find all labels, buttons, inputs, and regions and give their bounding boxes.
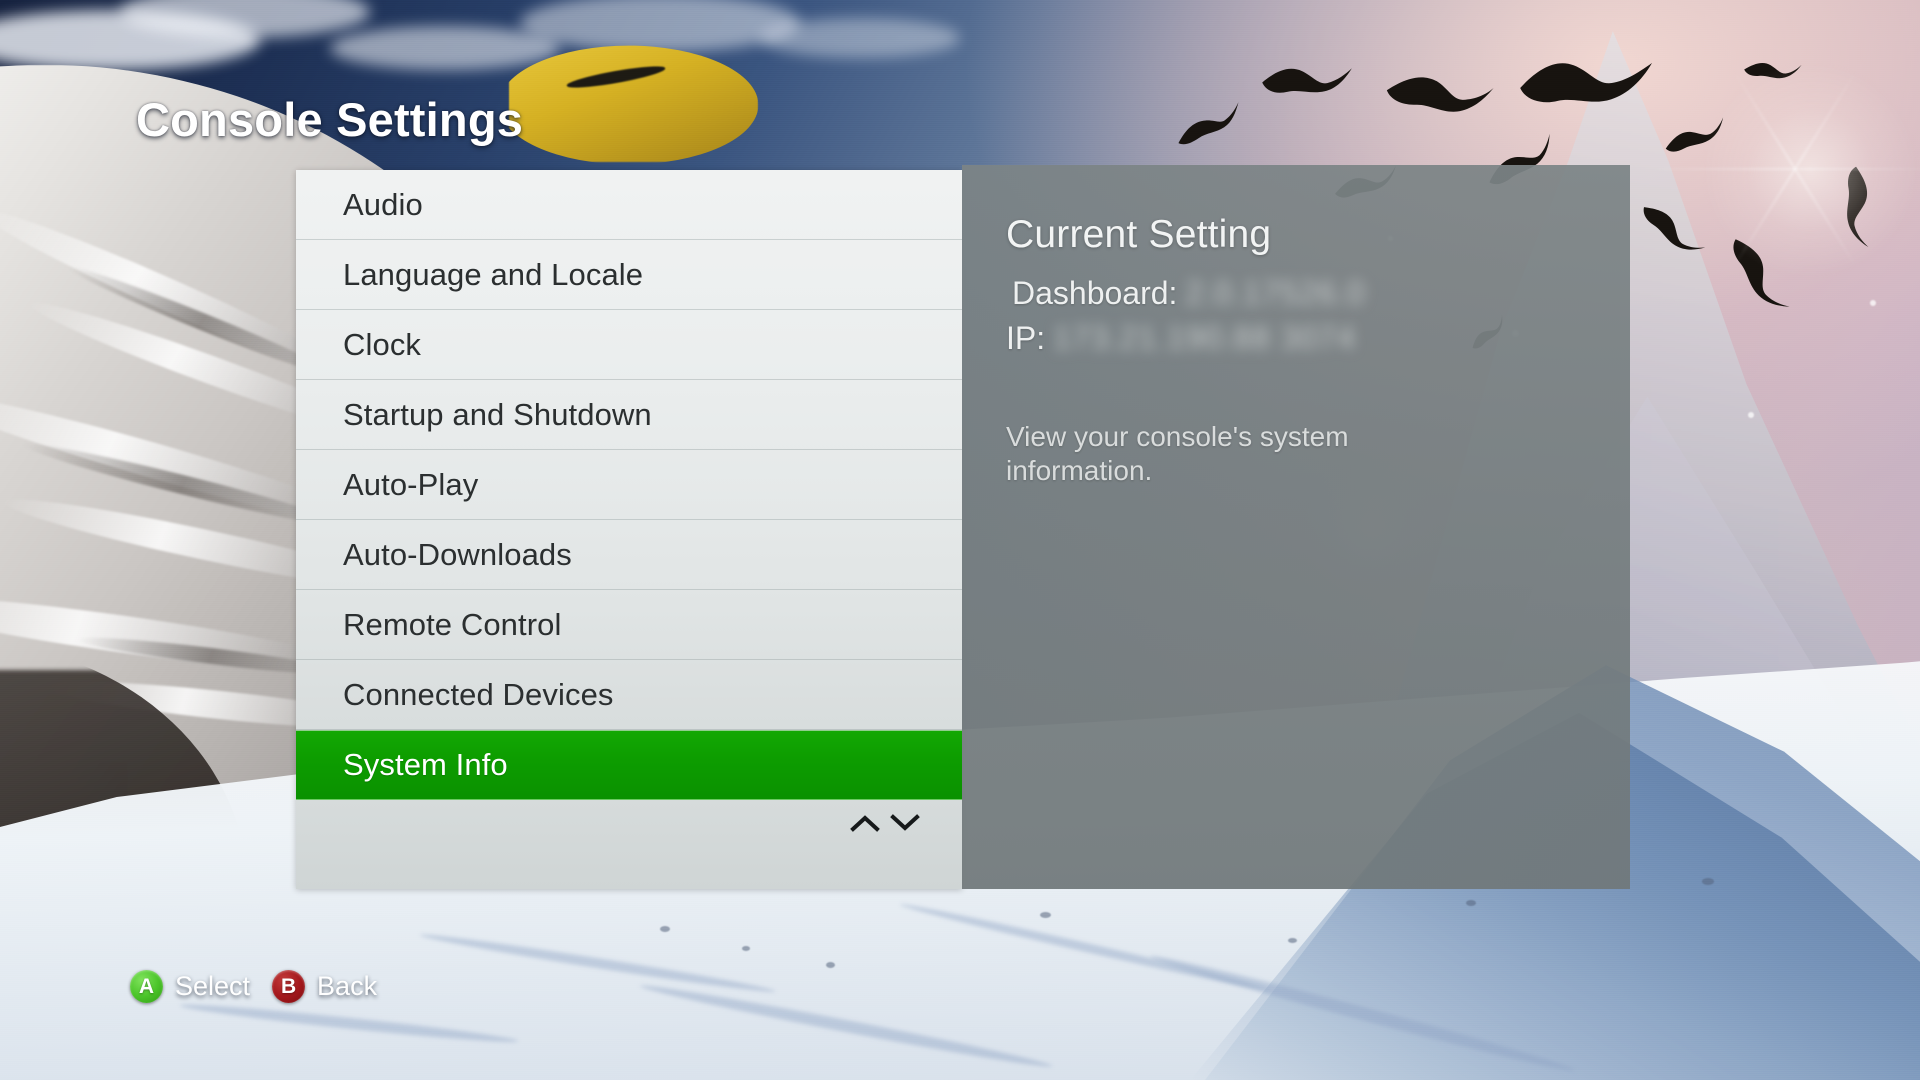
menu-item-system-info[interactable]: System Info <box>296 730 962 800</box>
menu-item-language-and-locale[interactable]: Language and Locale <box>296 240 962 310</box>
menu-item-clock[interactable]: Clock <box>296 310 962 380</box>
chevron-up-icon[interactable] <box>848 806 882 840</box>
dashboard-version-row: Dashboard: 2.0.17526.0 <box>1012 275 1365 312</box>
menu-scroll-footer <box>296 800 962 889</box>
dashboard-label: Dashboard: <box>1012 275 1178 311</box>
ui-layer: Console Settings Audio Language and Local… <box>0 0 1920 1080</box>
button-b-icon: B <box>272 970 306 1003</box>
menu-item-label: Startup and Shutdown <box>343 396 652 432</box>
button-legend: A Select B Back <box>130 970 377 1003</box>
menu-item-label: Connected Devices <box>343 676 614 712</box>
chevron-down-icon[interactable] <box>888 806 922 840</box>
ip-value: 173.21.190.88 3074 <box>1053 320 1356 356</box>
menu-item-label: Language and Locale <box>343 256 644 292</box>
menu-item-label: Audio <box>343 186 423 222</box>
menu-item-label: Remote Control <box>343 606 562 642</box>
menu-item-label: Auto-Downloads <box>343 536 572 572</box>
current-setting-heading: Current Setting <box>1006 213 1272 256</box>
menu-item-label: Clock <box>343 326 422 362</box>
page-title: Console Settings <box>136 93 524 146</box>
dashboard-value: 2.0.17526.0 <box>1185 275 1366 311</box>
menu-item-label: Auto-Play <box>343 466 479 502</box>
menu-item-auto-play[interactable]: Auto-Play <box>296 450 962 520</box>
settings-menu-list: Audio Language and Locale Clock Startup and… <box>296 170 962 800</box>
menu-item-connected-devices[interactable]: Connected Devices <box>296 660 962 730</box>
menu-item-auto-downloads[interactable]: Auto-Downloads <box>296 520 962 590</box>
legend-item-select: A Select <box>130 970 250 1003</box>
legend-label: Select <box>175 971 251 1001</box>
button-a-icon: A <box>130 970 163 1003</box>
legend-label: Back <box>317 971 378 1001</box>
ip-address-row: IP: 173.21.190.88 3074 <box>1006 320 1356 357</box>
current-setting-panel: Current Setting Dashboard: 2.0.17526.0 I… <box>962 165 1630 889</box>
menu-item-label: System Info <box>343 747 508 782</box>
setting-description: View your console's system information. <box>1006 421 1349 487</box>
menu-item-remote-control[interactable]: Remote Control <box>296 590 962 660</box>
ip-label: IP: <box>1006 320 1046 356</box>
legend-item-back: B Back <box>272 970 377 1003</box>
menu-item-audio[interactable]: Audio <box>296 170 962 240</box>
menu-item-startup-and-shutdown[interactable]: Startup and Shutdown <box>296 380 962 450</box>
settings-menu-panel: Audio Language and Locale Clock Startup and… <box>296 170 962 889</box>
